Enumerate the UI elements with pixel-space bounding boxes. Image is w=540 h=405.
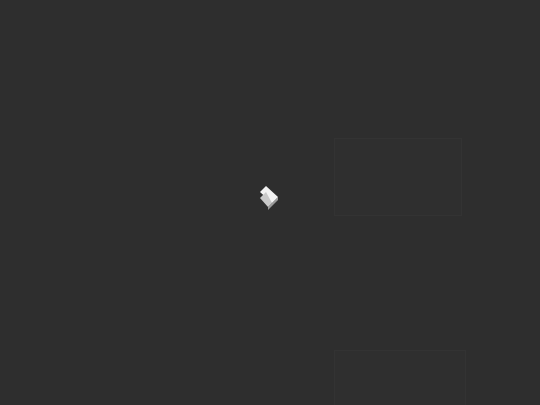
loading-screen [0,0,540,405]
background-panel-bottom-right [334,350,466,405]
background-panel-top-right [334,138,462,216]
cube-logo-icon [256,184,282,212]
